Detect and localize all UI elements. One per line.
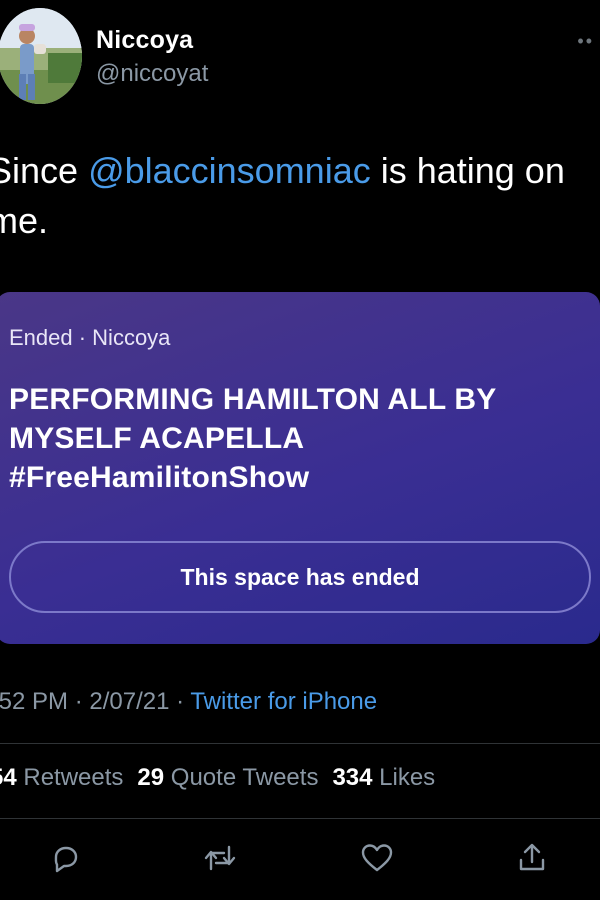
tweet-text-line-1: Since @blaccinsomniac is hating on	[0, 146, 600, 196]
space-ended-button[interactable]: This space has ended	[9, 541, 591, 613]
like-button[interactable]	[357, 838, 397, 878]
more-options-icon[interactable]: ••	[577, 32, 594, 50]
space-card[interactable]: Ended · Niccoya PERFORMING HAMILTON ALL …	[0, 292, 600, 644]
user-handle[interactable]: @niccoyat	[96, 60, 208, 88]
retweet-button[interactable]	[200, 838, 240, 878]
tweet-source-link[interactable]: Twitter for iPhone	[190, 688, 377, 715]
tweet-time: :52 PM	[0, 688, 69, 715]
retweets-stat[interactable]: 54 Retweets	[0, 764, 123, 791]
likes-label: Likes	[372, 764, 436, 791]
avatar-image	[0, 8, 82, 104]
meta-separator: ·	[169, 688, 191, 715]
retweet-icon	[204, 845, 236, 871]
reply-icon	[54, 846, 78, 873]
retweets-count: 54	[0, 764, 17, 791]
share-button[interactable]	[512, 838, 552, 878]
tweet-text-line-2: me.	[0, 200, 49, 241]
tweet-text-end: is hating on	[370, 150, 565, 191]
tweet-date: 2/07/21	[89, 688, 170, 715]
divider	[0, 818, 600, 819]
likes-count: 334	[332, 764, 373, 791]
tweet-text-start: Since	[0, 150, 79, 191]
space-status: Ended · Niccoya	[9, 325, 171, 350]
retweets-label: Retweets	[16, 764, 124, 791]
quote-tweets-label: Quote Tweets	[164, 764, 319, 791]
avatar[interactable]	[0, 8, 82, 104]
divider	[0, 743, 600, 744]
space-title: PERFORMING HAMILTON ALL BY MYSELF ACAPEL…	[9, 383, 496, 494]
likes-stat[interactable]: 334 Likes	[332, 764, 435, 791]
display-name[interactable]: Niccoya	[96, 26, 193, 55]
heart-icon	[361, 844, 393, 872]
tweet-meta: :52 PM · 2/07/21 · Twitter for iPhone	[0, 688, 377, 716]
quote-tweets-stat[interactable]: 29 Quote Tweets	[137, 764, 318, 791]
reply-button[interactable]	[46, 838, 86, 878]
tweet-detail-screen: Niccoya @niccoyat •• Since @blaccinsomni…	[0, 0, 600, 900]
meta-separator: ·	[68, 688, 90, 715]
quote-tweets-count: 29	[137, 764, 165, 791]
share-icon	[519, 843, 545, 871]
mention-link[interactable]: @blaccinsomniac	[88, 150, 371, 191]
tweet-stats: 54 Retweets 29 Quote Tweets 334 Likes	[0, 764, 435, 792]
tweet-text: Since @blaccinsomniac is hating on me.	[0, 146, 600, 246]
